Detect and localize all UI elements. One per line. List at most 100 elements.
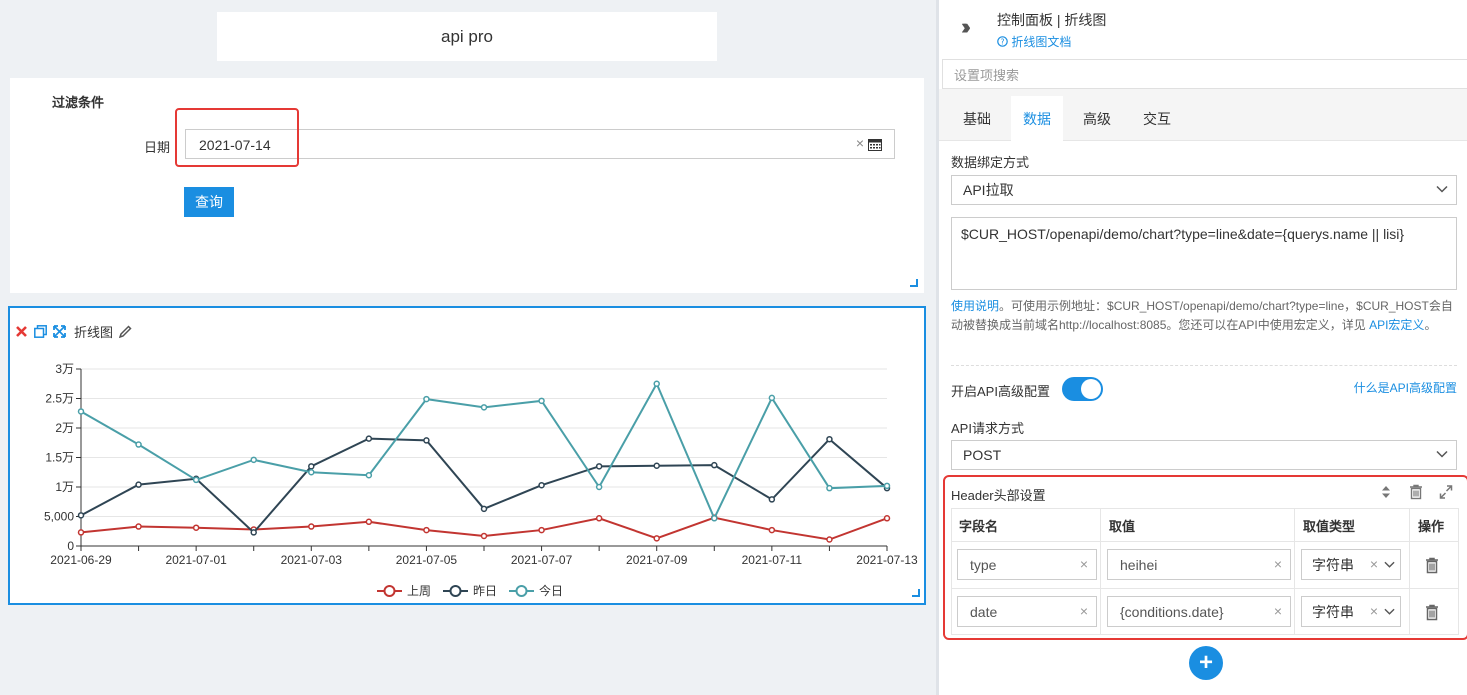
filter-title: 过滤条件 bbox=[52, 95, 105, 110]
data-point bbox=[192, 524, 200, 531]
resize-handle[interactable] bbox=[912, 589, 920, 597]
date-value: 2021-07-14 bbox=[199, 137, 271, 153]
header-value-input[interactable]: {conditions.date} × bbox=[1107, 596, 1291, 627]
request-method-value: POST bbox=[963, 447, 1002, 463]
clear-icon[interactable]: × bbox=[1370, 603, 1378, 619]
y-tick-label: 1万 bbox=[55, 480, 74, 494]
header-type-value: 字符串 bbox=[1312, 556, 1354, 573]
chevron-down-icon bbox=[1436, 450, 1448, 458]
data-point bbox=[826, 536, 833, 543]
request-method-label: API请求方式 bbox=[951, 421, 1024, 436]
data-point bbox=[538, 481, 545, 489]
tab-interaction[interactable]: 交互 bbox=[1131, 96, 1183, 141]
series-line bbox=[80, 381, 888, 521]
x-tick-label: 2021-07-11 bbox=[742, 553, 803, 567]
data-point bbox=[135, 523, 142, 530]
header-name-input[interactable]: date × bbox=[957, 596, 1097, 627]
advanced-config-toggle[interactable] bbox=[1062, 377, 1103, 401]
delete-row-icon[interactable] bbox=[1425, 604, 1439, 621]
sort-icon[interactable] bbox=[1379, 484, 1393, 500]
api-help-text: 使用说明。可使用示例地址：$CUR_HOST/openapi/demo/char… bbox=[951, 297, 1459, 335]
header-name-input[interactable]: type × bbox=[957, 549, 1097, 580]
settings-search-input[interactable]: 设置项搜索 bbox=[942, 59, 1467, 89]
delete-row-icon[interactable] bbox=[1425, 557, 1439, 574]
api-url-textarea[interactable]: $CUR_HOST/openapi/demo/chart?type=line&d… bbox=[951, 217, 1457, 290]
x-tick-label: 2021-07-01 bbox=[165, 553, 227, 567]
data-point bbox=[711, 515, 718, 522]
row-divider bbox=[952, 541, 1458, 542]
x-tick-label: 2021-06-29 bbox=[50, 553, 112, 567]
request-method-select[interactable]: POST bbox=[951, 440, 1457, 470]
data-point bbox=[308, 523, 315, 530]
chevron-down-icon bbox=[1436, 185, 1448, 193]
title-card[interactable]: api pro bbox=[217, 12, 717, 61]
data-point bbox=[595, 515, 603, 522]
data-point bbox=[768, 526, 776, 534]
data-point bbox=[538, 397, 545, 405]
macro-link[interactable]: API宏定义 bbox=[1369, 318, 1424, 332]
col-divider bbox=[1409, 509, 1410, 634]
tab-advanced[interactable]: 高级 bbox=[1071, 96, 1123, 141]
clear-icon[interactable]: × bbox=[1274, 603, 1282, 619]
y-tick-label: 2万 bbox=[55, 421, 74, 435]
fullscreen-icon[interactable] bbox=[1439, 484, 1453, 500]
clear-icon[interactable]: × bbox=[1080, 556, 1088, 572]
clear-icon[interactable]: × bbox=[1274, 556, 1282, 572]
col-divider bbox=[1294, 509, 1295, 634]
tab-data[interactable]: 数据 bbox=[1011, 96, 1063, 141]
usage-link[interactable]: 使用说明 bbox=[951, 299, 999, 313]
data-point bbox=[365, 518, 373, 526]
data-point bbox=[653, 462, 660, 470]
line-chart: 0 5,000 1万 1.5万 2万 2.5万 3万 2021-06-29 2021-07-01… bbox=[44, 362, 918, 598]
data-point bbox=[595, 483, 603, 491]
divider bbox=[951, 365, 1457, 366]
bind-method-select[interactable]: API拉取 bbox=[951, 175, 1457, 205]
trash-icon[interactable] bbox=[1409, 484, 1423, 500]
data-point bbox=[365, 471, 373, 479]
clear-icon[interactable]: × bbox=[1370, 556, 1378, 572]
header-type-value: 字符串 bbox=[1312, 603, 1354, 620]
data-point bbox=[365, 435, 373, 442]
doc-link[interactable]: ? 折线图文档 bbox=[997, 33, 1071, 50]
data-point bbox=[768, 496, 776, 503]
panel-tabs: 基础 数据 高级 交互 bbox=[939, 89, 1467, 141]
data-point bbox=[595, 463, 603, 470]
search-placeholder: 设置项搜索 bbox=[954, 67, 1020, 83]
data-point bbox=[135, 441, 142, 448]
data-point bbox=[308, 469, 315, 476]
data-point bbox=[423, 526, 430, 534]
legend-label: 今日 bbox=[539, 583, 563, 598]
legend-marker bbox=[515, 585, 528, 597]
x-tick-label: 2021-07-05 bbox=[396, 553, 458, 567]
y-tick-label: 2.5万 bbox=[45, 392, 74, 406]
collapse-icon[interactable]: ››› bbox=[961, 14, 971, 40]
date-input[interactable]: 2021-07-14 × bbox=[185, 129, 895, 159]
calendar-icon[interactable] bbox=[868, 138, 882, 151]
resize-handle[interactable] bbox=[910, 279, 918, 287]
data-point bbox=[423, 437, 430, 444]
control-panel: ››› 控制面板 | 折线图 ? 折线图文档 设置项搜索 基础 数据 高级 交互… bbox=[936, 0, 1467, 695]
filter-card[interactable]: 过滤条件 日期 2021-07-14 × 查询 bbox=[10, 78, 924, 293]
data-point bbox=[135, 481, 142, 488]
x-tick-label: 2021-07-09 bbox=[626, 553, 688, 567]
header-name-value: date bbox=[970, 603, 998, 620]
data-point bbox=[192, 476, 200, 484]
chart-card[interactable]: 折线图 0 5,000 1万 1.5万 2万 2.5万 3万 2021-06-29 2021-0… bbox=[8, 306, 926, 605]
data-point bbox=[480, 532, 488, 540]
tab-basic[interactable]: 基础 bbox=[951, 96, 1003, 141]
data-point bbox=[826, 484, 833, 492]
query-button[interactable]: 查询 bbox=[184, 187, 234, 217]
clear-icon[interactable]: × bbox=[1080, 603, 1088, 619]
advanced-config-help-link[interactable]: 什么是API高级配置 bbox=[1354, 379, 1457, 396]
header-value-input[interactable]: heihei × bbox=[1107, 549, 1291, 580]
clear-icon[interactable]: × bbox=[856, 135, 864, 151]
header-type-select[interactable]: 字符串 × bbox=[1301, 549, 1401, 580]
date-label: 日期 bbox=[144, 140, 171, 155]
x-tick-label: 2021-07-07 bbox=[511, 553, 573, 567]
legend-marker bbox=[449, 585, 462, 597]
add-header-button[interactable]: + bbox=[1189, 646, 1223, 680]
col-value: 取值 bbox=[1109, 518, 1136, 534]
data-point bbox=[653, 535, 660, 542]
header-type-select[interactable]: 字符串 × bbox=[1301, 596, 1401, 627]
help-end: 。 bbox=[1424, 318, 1437, 332]
